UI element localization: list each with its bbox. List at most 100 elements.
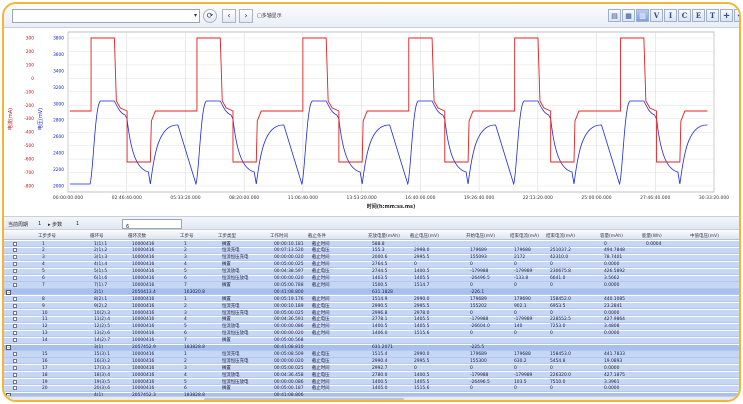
back-icon[interactable]: ‹ (222, 9, 236, 23)
t-icon[interactable]: T (706, 9, 719, 22)
table-row[interactable]: 12 12(2).5 10000416 5 恒流放电 00:00:00.086 截止时间 14… (4, 323, 739, 330)
cycle-row[interactable]: − 3(1) 2057452.9 183828.8 00:41:08.810 631.20… (4, 344, 739, 351)
row-marker-icon[interactable] (13, 365, 17, 370)
table-row[interactable]: 11 11(2).4 10000416 4 搁置 00:04:36.591 截止电压 2778… (4, 316, 739, 324)
row-marker-icon[interactable] (13, 276, 17, 280)
table-row[interactable]: 5 5(1).5 10000416 5 恒流放电 00:04:38.597 截止电压 2744… (4, 268, 739, 275)
row-marker-icon[interactable] (13, 248, 17, 253)
table-row[interactable]: 13 13(2).6 10000416 6 恒流恒压放电 00:00:00.020 截止时间… (4, 330, 739, 337)
table-row[interactable]: 16 16(3).2 10000416 2 恒流恒压充电 00:00:00.020 截止电压… (4, 358, 739, 365)
table-cell: 1 (42, 241, 45, 247)
table-cell: 8(2).1 (94, 296, 108, 302)
chevron-down-icon[interactable]: ▾ (194, 12, 197, 19)
file-select[interactable]: ▾ (12, 9, 200, 23)
column-header[interactable]: 能量(Wh) (642, 233, 662, 239)
table-row[interactable]: 7 7(1).7 10000416 7 搁置 00:05:00.788 截止时间 1500.5… (4, 282, 739, 289)
x-tick-label: 00:00:00.000 (53, 195, 83, 201)
table-cell: 14 (42, 338, 48, 344)
table-cell: 7 (42, 282, 45, 288)
row-marker-icon[interactable] (13, 379, 17, 384)
table-cell: 228552.5 (550, 317, 571, 323)
table-row[interactable]: 8 8(2).1 10000416 1 搁置 00:05:19.176 截止时间 1514.9… (4, 296, 739, 303)
column-header[interactable]: 中值电压(mV) (690, 233, 719, 239)
column-header[interactable]: 截止条件 (308, 233, 326, 239)
table-row[interactable]: 20 20(3).6 10000416 6 搁置 00:05:00.187 截止时间 1405… (4, 385, 739, 393)
column-header[interactable]: 结束电流(mA) (510, 233, 539, 239)
voltage-tick-label: 3000 (53, 101, 64, 107)
table-cell: 4(1).4 (94, 262, 108, 268)
row-marker-icon[interactable] (13, 282, 17, 287)
table-row[interactable]: 19 19(3).5 10000416 5 恒流恒压放电 00:00:00.086 截止时间… (4, 379, 739, 386)
table-cell: 10000416 (132, 338, 155, 344)
row-marker-icon[interactable] (13, 372, 17, 377)
table-cell: 10000416 (132, 262, 155, 268)
table-row[interactable]: 18 18(3).4 10000416 4 恒流放电 00:04:36.458 截止电压 27… (4, 372, 739, 379)
table-cell: 10000416 (132, 282, 155, 288)
collapse-icon[interactable]: − (6, 289, 11, 295)
row-marker-icon[interactable] (13, 241, 17, 246)
row-marker-icon[interactable] (13, 386, 17, 391)
row-marker-icon[interactable] (13, 296, 17, 301)
table-row[interactable]: 2 2(1).2 10000416 2 恒流充电 00:07:13.520 截止电压 155.… (4, 247, 739, 255)
row-marker-icon[interactable] (13, 303, 17, 308)
i-icon[interactable]: I (664, 9, 677, 22)
c-icon[interactable]: C (678, 9, 691, 22)
row-marker-icon[interactable] (13, 351, 17, 356)
table-cell: 0 (414, 262, 417, 268)
table-row[interactable]: 10 10(2).3 10000416 3 恒流恒压充电 00:05:00.025 截止时间… (4, 310, 739, 317)
e-icon[interactable]: E (692, 9, 705, 22)
scrollbar-thumb[interactable] (204, 398, 404, 400)
row-marker-icon[interactable] (13, 269, 17, 274)
table-row[interactable]: 1 1(1).1 10000416 1 搁置 00:00:10.181 截止时间 588.8 0… (4, 241, 739, 248)
column-header[interactable]: 截止电压(mV) (410, 233, 439, 239)
column-header[interactable]: 循环号 (90, 233, 104, 239)
table-row[interactable]: 4 4(1).4 10000416 4 搁置 00:05:00.025 截止时间 2764.5… (4, 261, 739, 268)
table-cell: 10000416 (132, 296, 155, 302)
table-row[interactable]: 3 3(1).3 10000416 3 恒流恒压充电 00:00:00.020 截止时间 20… (4, 254, 739, 261)
column-header[interactable]: 工步步号 (38, 233, 56, 239)
collapse-icon[interactable]: − (6, 345, 11, 350)
table-row[interactable]: 9 9(2).2 10000416 2 恒流充电 00:00:10.189 截止电压 2990… (4, 303, 739, 310)
table-row[interactable]: 17 17(3).3 10000416 3 搁置 00:05:00.025 截止时间 2992… (4, 365, 739, 372)
cycle-row[interactable]: − 2(1) 2050413.4 163020.8 00:41:08.800 631.18… (4, 289, 739, 296)
column-header[interactable]: 结束电流(mA) (546, 233, 575, 239)
table-icon[interactable]: ▦ (622, 9, 635, 22)
multi-axis-checkbox[interactable]: □多轴显示 (257, 12, 282, 19)
table-cell: 1(1).1 (94, 241, 108, 247)
forward-icon[interactable]: › (239, 9, 253, 23)
chart-icon[interactable]: ▥ (636, 9, 649, 22)
table-cell: 3(1) (94, 345, 104, 350)
row-marker-icon[interactable] (13, 317, 17, 322)
column-header[interactable]: 工步号 (180, 233, 194, 239)
horizontal-scrollbar[interactable] (4, 396, 739, 400)
column-header[interactable]: 充放电量(mAh) (368, 233, 400, 239)
x-axis-label: 时间(h:mm:ss.ms) (367, 203, 416, 210)
cycle-chart[interactable]: 00:00:00.000 02:46:40.000 05:33:20.000 08:2… (4, 29, 739, 215)
print-icon[interactable]: ▤ (608, 9, 621, 22)
column-header[interactable]: 工步类型 (218, 233, 236, 239)
grid-icon[interactable]: ✣ (734, 9, 739, 22)
column-header[interactable]: 开始电压(mV) (466, 233, 495, 239)
table-cell: 427.9864 (604, 317, 625, 323)
refresh-icon[interactable]: ⟳ (203, 9, 217, 23)
crosshair-icon[interactable]: ✛ (720, 9, 733, 22)
column-header[interactable]: 工作时间 (270, 233, 288, 239)
row-marker-icon[interactable] (13, 255, 17, 260)
row-marker-icon[interactable] (13, 338, 17, 343)
column-header[interactable]: 循环次数 (128, 233, 146, 239)
v-icon[interactable]: V (650, 9, 663, 22)
row-marker-icon[interactable] (13, 358, 17, 363)
table-cell: 1 (184, 351, 187, 357)
row-marker-icon[interactable] (13, 262, 17, 267)
step-input[interactable]: 6 (122, 219, 182, 230)
column-header[interactable]: 容量(mAh) (600, 233, 623, 239)
table-row[interactable]: 6 6(1).6 10000416 6 恒流恒压放电 00:00:00.020 截止时间 14… (4, 275, 739, 282)
table-cell: 155202 (470, 303, 487, 309)
row-marker-icon[interactable] (13, 331, 17, 336)
row-marker-icon[interactable] (13, 310, 17, 315)
table-cell: -26496.5 (470, 276, 490, 281)
table-row[interactable]: 14 14(2).7 10000416 7 搁置 00:05:00.568 (4, 337, 739, 344)
row-marker-icon[interactable] (13, 324, 17, 329)
current-tick-label: -500 (24, 143, 34, 149)
table-row[interactable]: 15 15(3).1 10000416 1 恒流充电 00:05:08.509 截止电压 15… (4, 351, 739, 358)
